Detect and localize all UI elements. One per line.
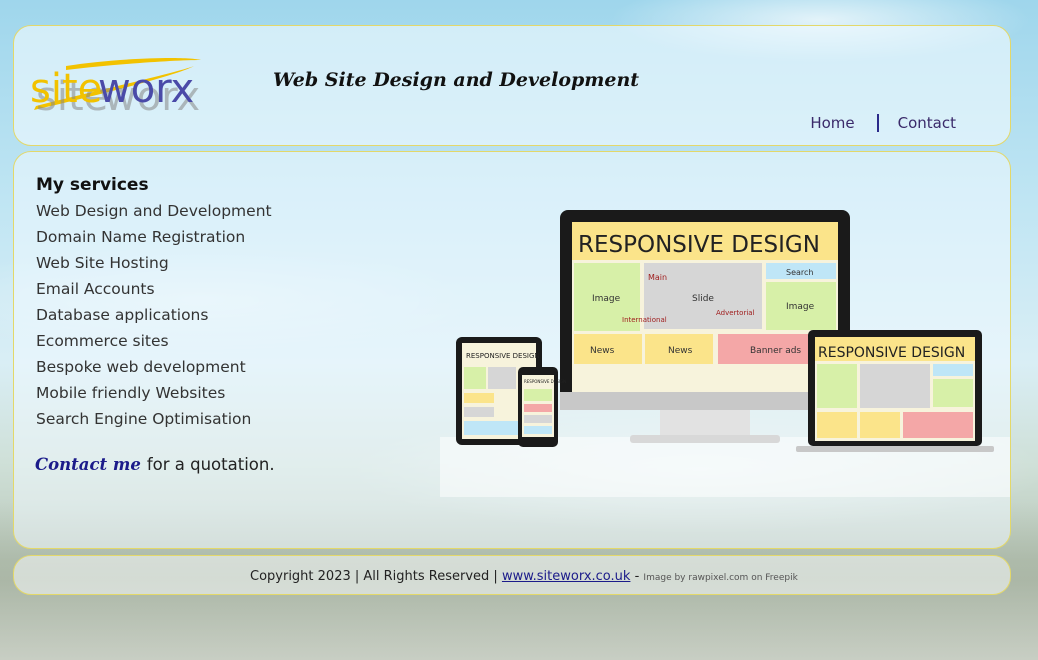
service-item: Mobile friendly Websites (36, 384, 226, 402)
contact-callout: Contact me for a quotation. (35, 455, 275, 474)
service-item: Domain Name Registration (36, 228, 246, 246)
monitor-label-image-2: Image (786, 302, 815, 312)
footer-panel: Copyright 2023 | All Rights Reserved | w… (13, 555, 1011, 595)
monitor-label-search: Search (786, 268, 813, 277)
monitor-label-international: International (622, 316, 667, 324)
logo-text-worx: worx (98, 66, 194, 112)
services-list: Web Design and Development Domain Name R… (36, 199, 272, 433)
main-panel: My services Web Design and Development D… (13, 151, 1011, 549)
monitor-label-advertorial: Advertorial (716, 309, 755, 317)
contact-me-link[interactable]: Contact me (35, 455, 141, 474)
responsive-devices-image: RESPONSIVE DESIGN Image Slide Main Searc… (440, 210, 1010, 497)
service-item: Database applications (36, 306, 209, 324)
tablet-title: RESPONSIVE DESIGN (466, 352, 540, 360)
services-heading: My services (36, 175, 149, 195)
service-item: Web Design and Development (36, 202, 272, 220)
site-tagline: Web Site Design and Development (273, 69, 640, 91)
phone-title: RESPONSIVE DESIGN (524, 379, 566, 384)
logo-text-site: site (30, 66, 102, 112)
site-url-link[interactable]: www.siteworx.co.uk (502, 569, 631, 584)
monitor-label-news: News (590, 346, 615, 356)
service-item: Ecommerce sites (36, 332, 169, 350)
nav-home-link[interactable]: Home (810, 114, 854, 132)
monitor-label-slide: Slide (692, 294, 714, 304)
service-item: Email Accounts (36, 280, 155, 298)
service-item: Search Engine Optimisation (36, 410, 252, 428)
main-nav: Home Contact (810, 114, 956, 132)
monitor-label-banner: Banner ads (750, 346, 801, 356)
monitor-title: RESPONSIVE DESIGN (578, 232, 820, 258)
siteworx-logo[interactable]: site site worx worx (26, 48, 226, 120)
service-item: Bespoke web development (36, 358, 246, 376)
monitor-label-image: Image (592, 294, 621, 304)
monitor-label-news-2: News (668, 346, 693, 356)
contact-suffix-text: for a quotation. (146, 455, 275, 474)
laptop-title: RESPONSIVE DESIGN (818, 345, 965, 361)
nav-divider (876, 114, 879, 132)
copyright-text: Copyright 2023 | All Rights Reserved | (250, 569, 498, 584)
image-credit[interactable]: Image by rawpixel.com on Freepik (643, 573, 797, 583)
monitor-label-main: Main (648, 273, 667, 282)
header-panel: site site worx worx Web Site Design and … (13, 25, 1011, 146)
footer-text: Copyright 2023 | All Rights Reserved | w… (250, 569, 798, 584)
nav-contact-link[interactable]: Contact (898, 114, 956, 132)
footer-dash: - (634, 569, 640, 584)
services-section: My services Web Design and Development D… (36, 175, 272, 433)
service-item: Web Site Hosting (36, 254, 169, 272)
